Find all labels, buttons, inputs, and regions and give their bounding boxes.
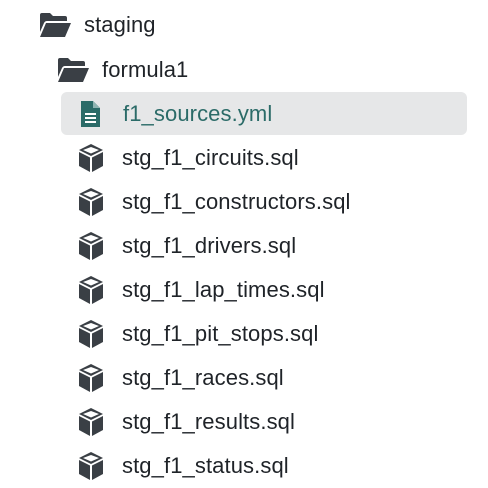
file-tree: staging formula1 f1_sources.yml stg_f1_c… xyxy=(0,0,488,488)
yaml-file-icon xyxy=(73,97,107,131)
file-label: stg_f1_results.sql xyxy=(122,409,295,434)
folder-staging[interactable]: staging xyxy=(38,4,156,46)
model-file-row[interactable]: stg_f1_results.sql xyxy=(74,401,295,443)
folder-label: staging xyxy=(84,12,156,37)
model-cube-icon xyxy=(74,449,108,483)
folder-formula1[interactable]: formula1 xyxy=(56,49,188,91)
model-cube-icon xyxy=(74,229,108,263)
file-f1-sources-yml[interactable]: f1_sources.yml xyxy=(61,92,467,135)
model-file-row[interactable]: stg_f1_circuits.sql xyxy=(74,137,299,179)
model-cube-icon xyxy=(74,273,108,307)
model-file-row[interactable]: stg_f1_drivers.sql xyxy=(74,225,296,267)
model-file-row[interactable]: stg_f1_races.sql xyxy=(74,357,284,399)
model-cube-icon xyxy=(74,185,108,219)
file-label: stg_f1_races.sql xyxy=(122,365,284,390)
model-file-row[interactable]: stg_f1_constructors.sql xyxy=(74,181,351,223)
model-cube-icon xyxy=(74,361,108,395)
folder-open-icon xyxy=(38,8,72,42)
file-label: stg_f1_drivers.sql xyxy=(122,233,297,258)
file-label: stg_f1_pit_stops.sql xyxy=(122,321,319,346)
file-label: stg_f1_lap_times.sql xyxy=(122,277,325,302)
file-label: f1_sources.yml xyxy=(123,100,273,126)
model-file-row[interactable]: stg_f1_pit_stops.sql xyxy=(74,313,318,355)
file-label: stg_f1_status.sql xyxy=(122,453,289,478)
model-file-row[interactable]: stg_f1_status.sql xyxy=(74,445,289,487)
model-file-row[interactable]: stg_f1_lap_times.sql xyxy=(74,269,325,311)
file-label: stg_f1_circuits.sql xyxy=(122,145,299,170)
file-label: stg_f1_constructors.sql xyxy=(122,189,351,214)
model-cube-icon xyxy=(74,317,108,351)
model-cube-icon xyxy=(74,141,108,175)
folder-open-icon xyxy=(56,53,90,87)
folder-label: formula1 xyxy=(102,57,189,82)
model-cube-icon xyxy=(74,405,108,439)
